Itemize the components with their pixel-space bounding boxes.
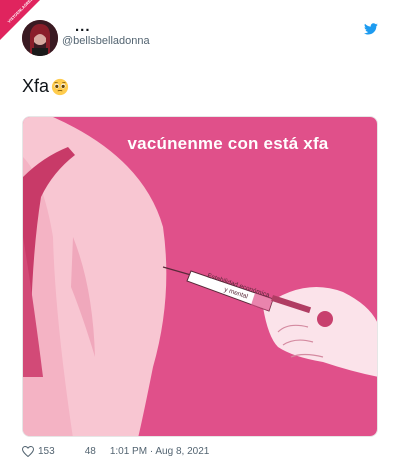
retweets-count: 48 [84, 446, 96, 457]
tweet-body: Xfa [22, 76, 50, 96]
display-name[interactable]: ... [75, 18, 91, 35]
pleading-face-icon [51, 78, 69, 95]
watermark-badge: VISTOENLASREDES [0, 0, 40, 40]
twitter-bird-icon[interactable] [364, 23, 378, 35]
tweet-timestamp[interactable]: 1:01 PM · Aug 8, 2021 [110, 446, 210, 457]
tweet-media-image[interactable] [22, 116, 378, 437]
tweet-text: Xfa [22, 76, 69, 97]
meme-illustration [23, 117, 377, 436]
tweet-footer: 153 48 1:01 PM · Aug 8, 2021 [22, 446, 209, 457]
heart-icon[interactable] [22, 446, 34, 457]
user-handle[interactable]: @bellsbelladonna [62, 35, 150, 47]
meme-caption: vacúnenme con está xfa [127, 134, 329, 153]
likes-count: 153 [38, 446, 55, 457]
